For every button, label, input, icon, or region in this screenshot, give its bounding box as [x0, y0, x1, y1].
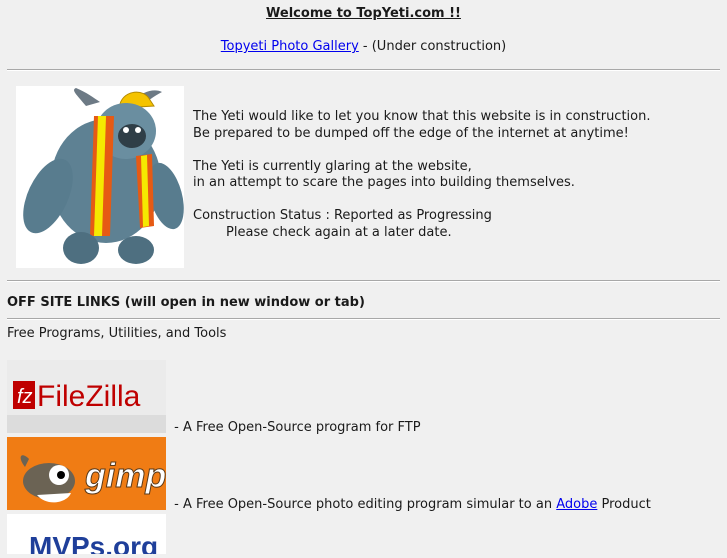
yeti-illustration	[23, 88, 184, 264]
gimp-description-text: - A Free Open-Source photo editing progr…	[170, 497, 557, 512]
filezilla-logo-text: FileZilla	[37, 380, 141, 413]
gimp-logo-link[interactable]: gimp	[7, 437, 167, 510]
notice-line	[193, 142, 651, 159]
gallery-line: Topyeti Photo Gallery - (Under construct…	[0, 39, 727, 54]
gallery-status-text: - (Under construction)	[358, 39, 507, 54]
notice-line: The Yeti is currently glaring at the web…	[193, 158, 472, 174]
divider	[7, 69, 720, 71]
gimp-logo: gimp	[7, 437, 167, 510]
adobe-link[interactable]: Adobe	[556, 497, 597, 512]
gimp-description-suffix: Product	[597, 497, 651, 512]
photo-gallery-link[interactable]: Topyeti Photo Gallery	[221, 39, 359, 54]
filezilla-logo: fz FileZilla	[7, 360, 166, 433]
divider	[7, 318, 720, 320]
notice-line: Be prepared to be dumped off the edge of…	[193, 125, 629, 141]
page-title: Welcome to TopYeti.com !!	[266, 6, 461, 21]
mvps-logo-link[interactable]: MVPs.org	[7, 514, 166, 558]
filezilla-logo-link[interactable]: fz FileZilla	[7, 360, 166, 433]
filezilla-description: - A Free Open-Source program for FTP	[170, 420, 421, 435]
notice-line: The Yeti would like to let you know that…	[193, 109, 651, 124]
yeti-image	[16, 86, 184, 268]
notice-line	[193, 192, 651, 209]
offsite-links-heading: OFF SITE LINKS (will open in new window …	[7, 295, 365, 310]
construction-status: Construction Status : Reported as Progre…	[193, 208, 492, 223]
check-again-note: Please check again at a later date.	[193, 224, 452, 240]
mvps-logo-text: MVPs.org	[29, 531, 158, 554]
svg-text:fz: fz	[17, 386, 33, 408]
construction-notice: The Yeti would like to let you know that…	[193, 109, 651, 241]
gimp-logo-text: gimp	[84, 457, 166, 495]
gimp-description: - A Free Open-Source photo editing progr…	[170, 497, 651, 512]
free-programs-title: Free Programs, Utilities, and Tools	[7, 326, 227, 341]
mvps-logo: MVPs.org	[7, 514, 166, 558]
divider	[7, 280, 720, 282]
notice-line: in an attempt to scare the pages into bu…	[193, 175, 575, 190]
